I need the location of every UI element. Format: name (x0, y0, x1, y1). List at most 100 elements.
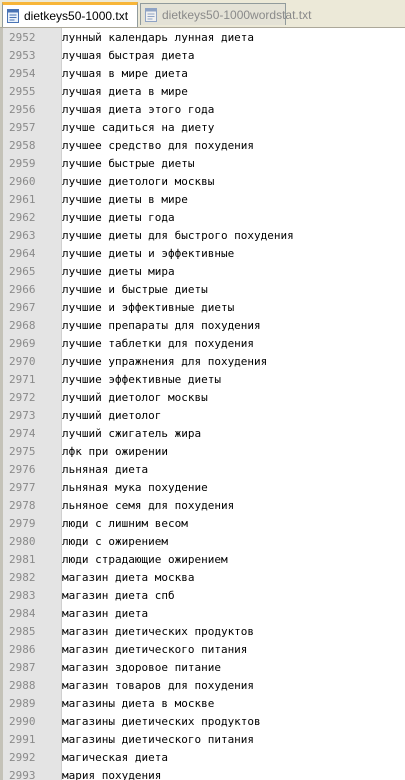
line-text[interactable]: лучшее средство для похудения (62, 137, 254, 155)
editor-line[interactable]: 2992 магическая диета (3, 749, 405, 767)
line-text[interactable]: мария похудения (62, 767, 161, 780)
line-text[interactable]: лучшие диеты года (62, 209, 175, 227)
editor-line[interactable]: 2978 льняное семя для похудения (3, 497, 405, 515)
editor-line[interactable]: 2957 лучше садиться на диету (3, 119, 405, 137)
editor-line[interactable]: 2987 магазин здоровое питание (3, 659, 405, 677)
line-number: 2972 (9, 391, 36, 404)
editor-line[interactable]: 2958 лучшее средство для похудения (3, 137, 405, 155)
line-text[interactable]: лучший диетолог москвы (62, 389, 208, 407)
editor-line[interactable]: 2967 лучшие и эффективные диеты (3, 299, 405, 317)
text-editor[interactable]: 2952 лунный календарь лунная диета 2953 луч… (0, 28, 405, 780)
line-number: 2992 (9, 751, 36, 764)
editor-line[interactable]: 2956 лучшая диета этого года (3, 101, 405, 119)
line-text[interactable]: магазины диетических продуктов (62, 713, 261, 731)
line-text[interactable]: люди с лишним весом (62, 515, 188, 533)
editor-line[interactable]: 2952 лунный календарь лунная диета (3, 29, 405, 47)
line-text[interactable]: магазин диетического питания (62, 641, 247, 659)
line-text[interactable]: лучшие диетологи москвы (62, 173, 214, 191)
line-text[interactable]: лфк при ожирении (62, 443, 168, 461)
editor-line[interactable]: 2960 лучшие диетологи москвы (3, 173, 405, 191)
editor-line[interactable]: 2983 магазин диета спб (3, 587, 405, 605)
line-text[interactable]: лучший сжигатель жира (62, 425, 201, 443)
line-number: 2959 (9, 157, 36, 170)
editor-line[interactable]: 2993 мария похудения (3, 767, 405, 780)
line-text[interactable]: льняное семя для похудения (62, 497, 234, 515)
editor-line[interactable]: 2959 лучшие быстрые диеты (3, 155, 405, 173)
editor-line[interactable]: 2981 люди страдающие ожирением (3, 551, 405, 569)
editor-line[interactable]: 2969 лучшие таблетки для похудения (3, 335, 405, 353)
editor-line[interactable]: 2968 лучшие препараты для похудения (3, 317, 405, 335)
editor-line[interactable]: 2986 магазин диетического питания (3, 641, 405, 659)
line-text[interactable]: люди страдающие ожирением (62, 551, 228, 569)
editor-line[interactable]: 2965 лучшие диеты мира (3, 263, 405, 281)
line-text[interactable]: лучшие диеты для быстрого похудения (62, 227, 294, 245)
line-number: 2954 (9, 67, 36, 80)
line-text[interactable]: магазин здоровое питание (62, 659, 221, 677)
line-text[interactable]: лучшая диета этого года (62, 101, 214, 119)
line-text[interactable]: лучшие препараты для похудения (62, 317, 261, 335)
editor-line[interactable]: 2988 магазин товаров для похудения (3, 677, 405, 695)
line-text[interactable]: магазин диета (62, 605, 148, 623)
line-text[interactable]: магическая диета (62, 749, 168, 767)
editor-line[interactable]: 2975 лфк при ожирении (3, 443, 405, 461)
line-text[interactable]: лучше садиться на диету (62, 119, 214, 137)
line-text[interactable]: магазин диета москва (62, 569, 194, 587)
editor-line[interactable]: 2961 лучшие диеты в мире (3, 191, 405, 209)
tab-dietkeys50-1000[interactable]: dietkeys50-1000.txt (2, 2, 138, 27)
line-number: 2980 (9, 535, 36, 548)
line-text[interactable]: магазин товаров для похудения (62, 677, 254, 695)
editor-line[interactable]: 2980 люди с ожирением (3, 533, 405, 551)
editor-line[interactable]: 2985 магазин диетических продуктов (3, 623, 405, 641)
line-text[interactable]: лучшие диеты мира (62, 263, 175, 281)
line-number: 2978 (9, 499, 36, 512)
line-text[interactable]: лучшая в мире диета (62, 65, 188, 83)
editor-line[interactable]: 2977 льняная мука похудение (3, 479, 405, 497)
editor-line[interactable]: 2979 люди с лишним весом (3, 515, 405, 533)
line-number: 2985 (9, 625, 36, 638)
line-text[interactable]: лучшие диеты и эффективные (62, 245, 234, 263)
line-text[interactable]: лучшая диета в мире (62, 83, 188, 101)
line-text[interactable]: лучший диетолог (62, 407, 161, 425)
line-text[interactable]: лучшие и быстрые диеты (62, 281, 208, 299)
line-text[interactable]: лучшие быстрые диеты (62, 155, 194, 173)
editor-line[interactable]: 2991 магазины диетического питания (3, 731, 405, 749)
editor-line[interactable]: 2976 льняная диета (3, 461, 405, 479)
editor-line[interactable]: 2964 лучшие диеты и эффективные (3, 245, 405, 263)
line-text[interactable]: магазины диета в москве (62, 695, 214, 713)
editor-line[interactable]: 2982 магазин диета москва (3, 569, 405, 587)
line-text[interactable]: лучшие упражнения для похудения (62, 353, 267, 371)
text-file-icon (145, 7, 157, 22)
line-text[interactable]: лунный календарь лунная диета (62, 29, 254, 47)
line-text[interactable]: лучшая быстрая диета (62, 47, 194, 65)
editor-line[interactable]: 2974 лучший сжигатель жира (3, 425, 405, 443)
editor-line[interactable]: 2973 лучший диетолог (3, 407, 405, 425)
line-text[interactable]: лучшие таблетки для похудения (62, 335, 254, 353)
line-text[interactable]: лучшие диеты в мире (62, 191, 188, 209)
line-number: 2958 (9, 139, 36, 152)
editor-line[interactable]: 2955 лучшая диета в мире (3, 83, 405, 101)
line-text[interactable]: люди с ожирением (62, 533, 168, 551)
line-text[interactable]: магазин диета спб (62, 587, 175, 605)
editor-line[interactable]: 2963 лучшие диеты для быстрого похудения (3, 227, 405, 245)
editor-line[interactable]: 2954 лучшая в мире диета (3, 65, 405, 83)
editor-line[interactable]: 2970 лучшие упражнения для похудения (3, 353, 405, 371)
editor-line[interactable]: 2972 лучший диетолог москвы (3, 389, 405, 407)
line-number: 2973 (9, 409, 36, 422)
editor-line[interactable]: 2990 магазины диетических продуктов (3, 713, 405, 731)
line-number: 2956 (9, 103, 36, 116)
line-text[interactable]: магазины диетического питания (62, 731, 254, 749)
editor-line[interactable]: 2962 лучшие диеты года (3, 209, 405, 227)
editor-line[interactable]: 2971 лучшие эффективные диеты (3, 371, 405, 389)
line-text[interactable]: льняная мука похудение (62, 479, 208, 497)
line-text[interactable]: лучшие эффективные диеты (62, 371, 221, 389)
line-number: 2974 (9, 427, 36, 440)
line-text[interactable]: лучшие и эффективные диеты (62, 299, 234, 317)
editor-line[interactable]: 2989 магазины диета в москве (3, 695, 405, 713)
tab-dietkeys50-1000wordstat[interactable]: dietkeys50-1000wordstat.txt (140, 3, 311, 25)
line-number: 2952 (9, 31, 36, 44)
line-text[interactable]: магазин диетических продуктов (62, 623, 254, 641)
editor-line[interactable]: 2953 лучшая быстрая диета (3, 47, 405, 65)
editor-line[interactable]: 2966 лучшие и быстрые диеты (3, 281, 405, 299)
line-text[interactable]: льняная диета (62, 461, 148, 479)
editor-line[interactable]: 2984 магазин диета (3, 605, 405, 623)
